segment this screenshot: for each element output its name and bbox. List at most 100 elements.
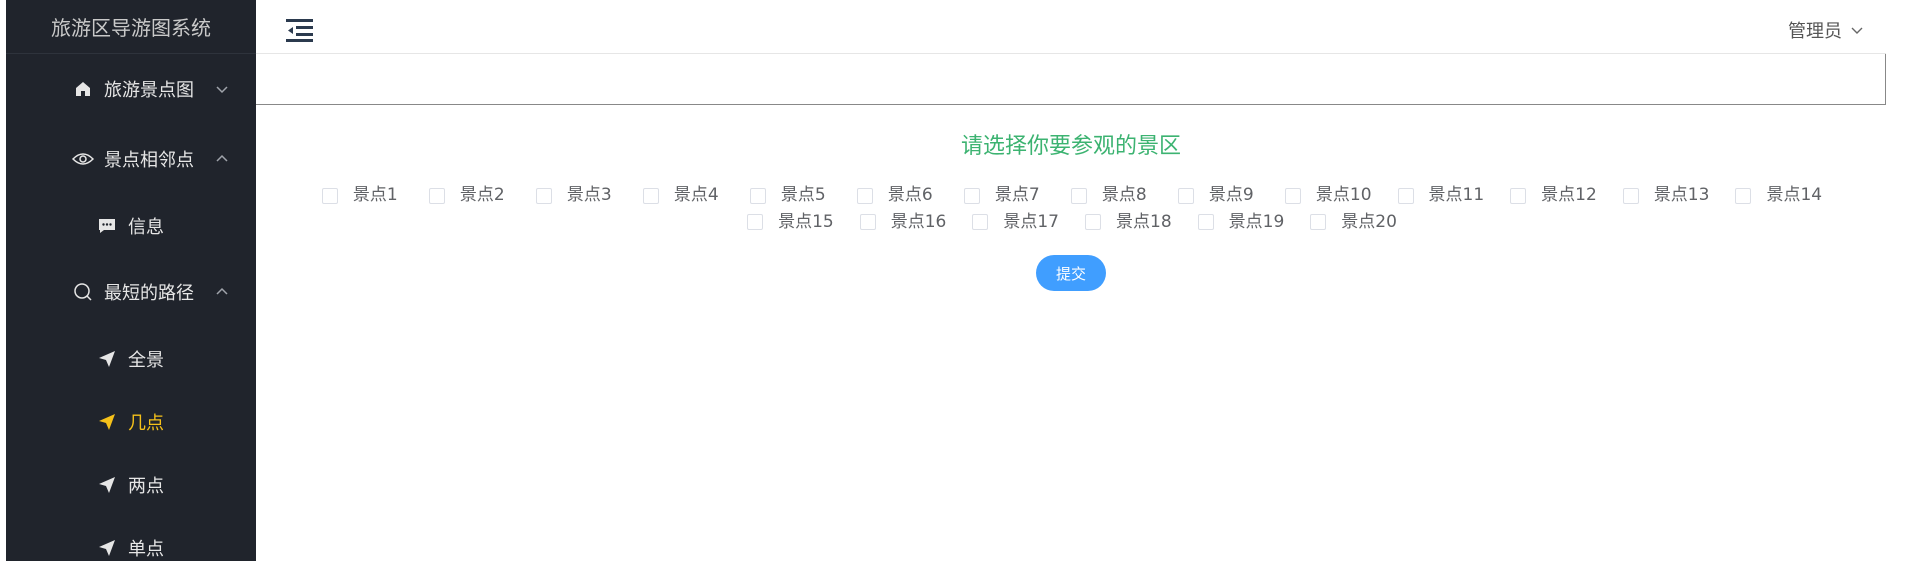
checkbox-label: 景点11 <box>1428 185 1485 205</box>
checkbox-label: 景点16 <box>890 211 947 232</box>
checkbox-label: 景点18 <box>1116 211 1172 232</box>
checkbox-label: 景点7 <box>994 185 1040 205</box>
home-icon <box>72 78 94 100</box>
sidebar-item-shortest-path[interactable]: 最短的路径 <box>6 257 256 327</box>
send-icon <box>96 537 118 559</box>
sidebar: 旅游区导游图系统 旅游景点图 景点相邻点 信息 最短的路径 全景 几点 两点 单… <box>6 0 256 561</box>
checkbox-label: 景点8 <box>1101 185 1147 205</box>
tabs-bar <box>256 54 1886 105</box>
page-scrollbar[interactable] <box>1886 0 1912 561</box>
sidebar-menu: 旅游景点图 景点相邻点 信息 最短的路径 全景 几点 两点 单点 <box>6 54 256 561</box>
checkbox-label: 景点3 <box>566 185 612 205</box>
scenic-checkbox[interactable]: 景点11 <box>1397 184 1485 207</box>
checkbox-box[interactable] <box>535 187 552 204</box>
checkbox-label: 景点6 <box>887 185 933 205</box>
scenic-checkbox[interactable]: 景点10 <box>1284 184 1372 207</box>
checkbox-box[interactable] <box>1397 187 1414 204</box>
checkbox-label: 景点5 <box>780 185 826 205</box>
sidebar-item-label: 两点 <box>128 475 164 497</box>
checkbox-label: 景点17 <box>1003 211 1059 232</box>
scenic-checkbox[interactable]: 景点19 <box>1197 211 1285 234</box>
scenic-checkbox[interactable]: 景点20 <box>1310 211 1397 234</box>
checkbox-box[interactable] <box>1735 187 1752 204</box>
scenic-checkbox[interactable]: 景点4 <box>642 184 724 207</box>
sidebar-item-scenic-map[interactable]: 旅游景点图 <box>6 54 256 124</box>
user-name: 管理员 <box>1788 21 1842 42</box>
checkbox-box[interactable] <box>1310 214 1327 230</box>
checkbox-box[interactable] <box>1197 214 1214 230</box>
eye-icon <box>72 148 94 170</box>
checkbox-box[interactable] <box>972 214 989 230</box>
chevron-down-icon <box>1850 23 1864 37</box>
checkbox-label: 景点9 <box>1208 185 1254 205</box>
send-icon <box>96 411 118 433</box>
checkbox-label: 景点2 <box>459 185 505 205</box>
checkbox-box[interactable] <box>321 187 338 204</box>
checkbox-box[interactable] <box>1070 187 1087 204</box>
checkbox-label: 景点10 <box>1315 185 1372 205</box>
scenic-checkbox[interactable]: 景点15 <box>747 211 834 234</box>
scenic-checkbox-group: 景点1 景点2 景点3 景点4 景点5 景点6 景点7 景点8 景点9 景点10 景点11 景点12 景… <box>292 184 1852 237</box>
checkbox-label: 景点14 <box>1766 185 1823 205</box>
checkbox-label: 景点12 <box>1541 185 1597 205</box>
scenic-checkbox[interactable]: 景点8 <box>1070 184 1152 207</box>
app-title: 旅游区导游图系统 <box>6 0 256 54</box>
scenic-checkbox[interactable]: 景点12 <box>1510 184 1597 207</box>
checkbox-box[interactable] <box>1177 187 1194 204</box>
checkbox-box[interactable] <box>1085 214 1101 230</box>
sidebar-item-label: 信息 <box>128 216 164 238</box>
send-icon <box>96 348 118 370</box>
scenic-checkbox[interactable]: 景点16 <box>859 211 947 234</box>
checkbox-box[interactable] <box>1622 187 1639 204</box>
checkbox-label: 景点4 <box>673 185 719 205</box>
scenic-checkbox[interactable]: 景点14 <box>1735 184 1822 207</box>
menu-fold-icon[interactable] <box>286 18 314 42</box>
sidebar-subitem-panorama[interactable]: 全景 <box>6 327 256 390</box>
checkbox-box[interactable] <box>1510 187 1527 204</box>
checkbox-box[interactable] <box>642 187 659 204</box>
scenic-checkbox[interactable]: 景点2 <box>428 184 510 207</box>
scenic-checkbox[interactable]: 景点6 <box>856 184 938 207</box>
sidebar-subitem-two-point[interactable]: 两点 <box>6 453 256 516</box>
checkbox-box[interactable] <box>747 214 764 230</box>
sidebar-item-label: 景点相邻点 <box>104 150 194 171</box>
sidebar-item-label: 单点 <box>128 538 164 560</box>
checkbox-label: 景点1 <box>352 185 398 205</box>
user-menu[interactable]: 管理员 <box>1788 17 1864 43</box>
send-icon <box>96 474 118 496</box>
main-content: 请选择你要参观的景区 景点1 景点2 景点3 景点4 景点5 景点6 景点7 景点8 景点9 景点… <box>256 106 1886 561</box>
checkbox-label: 景点13 <box>1653 185 1710 205</box>
scenic-checkbox[interactable]: 景点18 <box>1085 211 1172 234</box>
scenic-checkbox[interactable]: 景点5 <box>749 184 831 207</box>
sidebar-item-label: 旅游景点图 <box>104 80 194 101</box>
checkbox-label: 景点19 <box>1228 211 1285 232</box>
chevron-up-icon <box>214 284 230 300</box>
sidebar-item-label: 全景 <box>128 349 164 371</box>
sidebar-item-adjacent[interactable]: 景点相邻点 <box>6 124 256 194</box>
checkbox-box[interactable] <box>963 187 980 204</box>
search-icon <box>72 281 94 303</box>
checkbox-label: 景点15 <box>778 211 834 232</box>
chevron-down-icon <box>214 81 230 97</box>
checkbox-box[interactable] <box>749 187 766 204</box>
scenic-checkbox[interactable]: 景点3 <box>535 184 617 207</box>
sidebar-subitem-info[interactable]: 信息 <box>6 194 256 257</box>
top-header: 管理员 <box>256 0 1886 54</box>
checkbox-box[interactable] <box>859 214 876 230</box>
submit-button[interactable]: 提交 <box>1036 255 1106 291</box>
chevron-up-icon <box>214 151 230 167</box>
sidebar-item-label: 几点 <box>128 412 164 434</box>
scenic-checkbox[interactable]: 景点13 <box>1622 184 1710 207</box>
checkbox-box[interactable] <box>1284 187 1301 204</box>
sidebar-subitem-single-point[interactable]: 单点 <box>6 516 256 561</box>
message-icon <box>96 215 118 237</box>
checkbox-box[interactable] <box>428 187 445 204</box>
scenic-checkbox[interactable]: 景点1 <box>321 184 403 207</box>
sidebar-item-label: 最短的路径 <box>104 283 194 304</box>
checkbox-label: 景点20 <box>1341 211 1397 232</box>
checkbox-box[interactable] <box>856 187 873 204</box>
scenic-checkbox[interactable]: 景点7 <box>963 184 1045 207</box>
scenic-checkbox[interactable]: 景点9 <box>1177 184 1259 207</box>
scenic-checkbox[interactable]: 景点17 <box>972 211 1059 234</box>
sidebar-subitem-multi-point[interactable]: 几点 <box>6 390 256 453</box>
